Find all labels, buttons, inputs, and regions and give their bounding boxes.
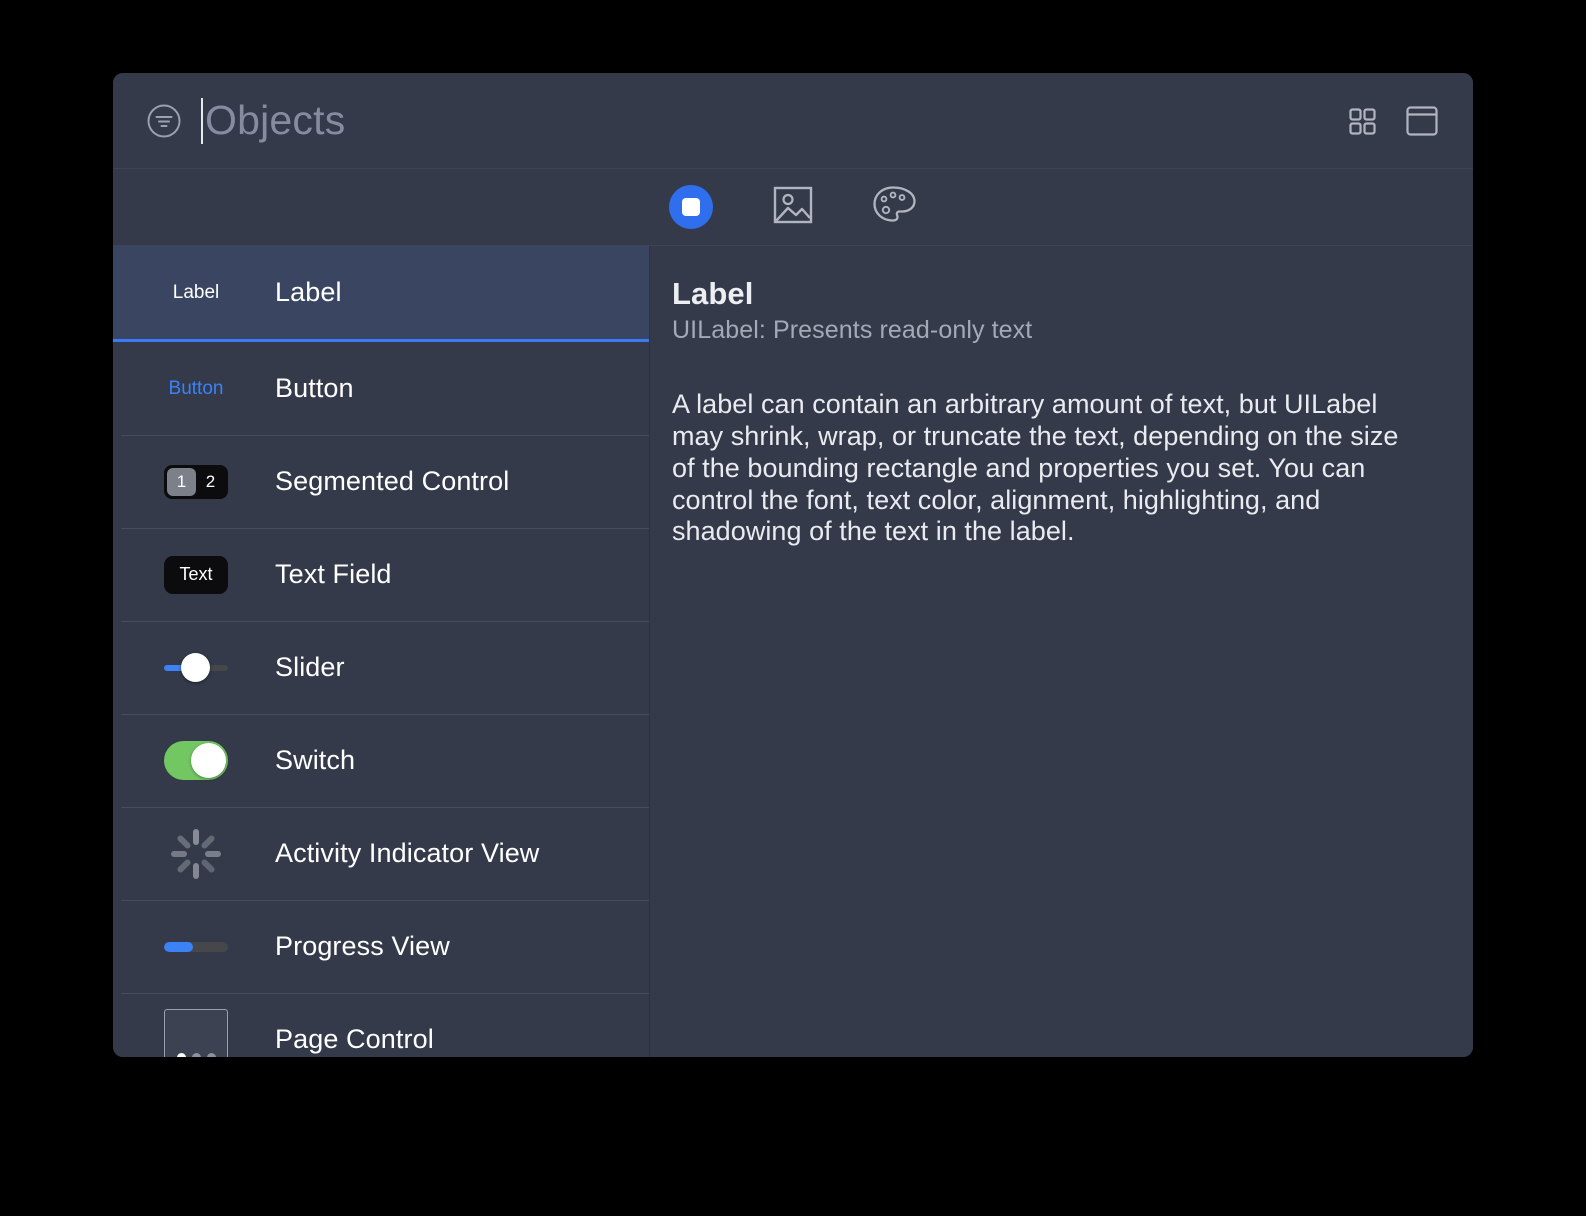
row-divider <box>121 528 649 529</box>
slider-preview <box>139 653 253 683</box>
list-item-label: Page Control <box>275 1024 434 1054</box>
pagecontrol-preview <box>139 1008 253 1057</box>
objects-list[interactable]: Label Label Button Button 1 2 Segmented … <box>113 246 650 1057</box>
detail-description: A label can contain an arbitrary amount … <box>672 389 1399 547</box>
screen: Objects Label Label Button Button 1 2 Se… <box>0 0 1586 1216</box>
switch-preview <box>139 741 253 780</box>
grid-view-icon[interactable] <box>1345 104 1379 138</box>
row-divider <box>121 435 649 436</box>
segment-2: 2 <box>205 471 216 491</box>
progress-fill <box>164 941 194 952</box>
tab-objects[interactable] <box>665 181 717 233</box>
list-item-label: Switch <box>275 745 356 775</box>
library-body: Label Label Button Button 1 2 Segmented … <box>113 246 1473 1057</box>
list-item[interactable]: Activity Indicator View <box>113 807 649 900</box>
list-item-label: Label <box>275 277 342 307</box>
page-dots <box>176 1052 216 1057</box>
search-placeholder: Objects <box>205 97 346 143</box>
list-item-label: Button <box>275 373 354 403</box>
list-item-label: Segmented Control <box>275 466 510 496</box>
slider-knob <box>180 653 210 682</box>
button-preview: Button <box>139 378 253 400</box>
activity-indicator-preview <box>139 827 253 881</box>
row-divider <box>121 807 649 808</box>
list-item[interactable]: 1 2 Segmented Control <box>113 435 649 528</box>
list-item[interactable]: Text Text Field <box>113 528 649 621</box>
button-preview-text: Button <box>168 377 224 399</box>
filled-square-circle-icon <box>669 185 713 229</box>
window-titlebar: Objects <box>113 73 1473 169</box>
progress-preview <box>139 941 253 952</box>
objects-library-window: Objects Label Label Button Button 1 2 Se… <box>113 73 1473 1057</box>
palette-icon <box>872 185 918 230</box>
list-item-label: Text Field <box>275 559 392 589</box>
tab-colors[interactable] <box>869 181 921 233</box>
row-divider <box>121 900 649 901</box>
list-item[interactable]: Progress View <box>113 900 649 993</box>
row-divider <box>121 714 649 715</box>
titlebar-actions <box>1345 104 1439 138</box>
list-item[interactable]: Label Label <box>113 246 649 342</box>
list-item[interactable]: Switch <box>113 714 649 807</box>
label-preview: Label <box>139 282 253 304</box>
spinner-icon <box>169 827 223 881</box>
switch-knob <box>191 743 226 778</box>
list-item-label: Progress View <box>275 931 450 961</box>
list-item[interactable]: Page Control <box>113 993 649 1057</box>
list-item[interactable]: Button Button <box>113 342 649 435</box>
segment-1: 1 <box>167 467 196 496</box>
detail-view-icon[interactable] <box>1405 104 1439 138</box>
image-icon <box>772 185 814 230</box>
row-divider <box>121 621 649 622</box>
detail-subtitle: UILabel: Presents read-only text <box>672 316 1033 344</box>
filter-circle-icon[interactable] <box>143 100 185 142</box>
detail-panel: Label UILabel: Presents read-only text A… <box>650 246 1473 1057</box>
segmented-preview: 1 2 <box>139 464 253 499</box>
textfield-preview: Text <box>139 555 253 594</box>
tab-media[interactable] <box>767 181 819 233</box>
list-item[interactable]: Slider <box>113 621 649 714</box>
search-input[interactable]: Objects <box>197 91 1345 151</box>
label-preview-text: Label <box>172 281 220 303</box>
list-item-label: Slider <box>275 652 345 682</box>
list-item-label: Activity Indicator View <box>275 838 540 868</box>
row-divider <box>121 993 649 994</box>
library-tabstrip <box>113 169 1473 246</box>
detail-title: Label <box>672 276 754 311</box>
text-cursor <box>201 97 203 144</box>
textfield-preview-text: Text <box>164 555 228 594</box>
